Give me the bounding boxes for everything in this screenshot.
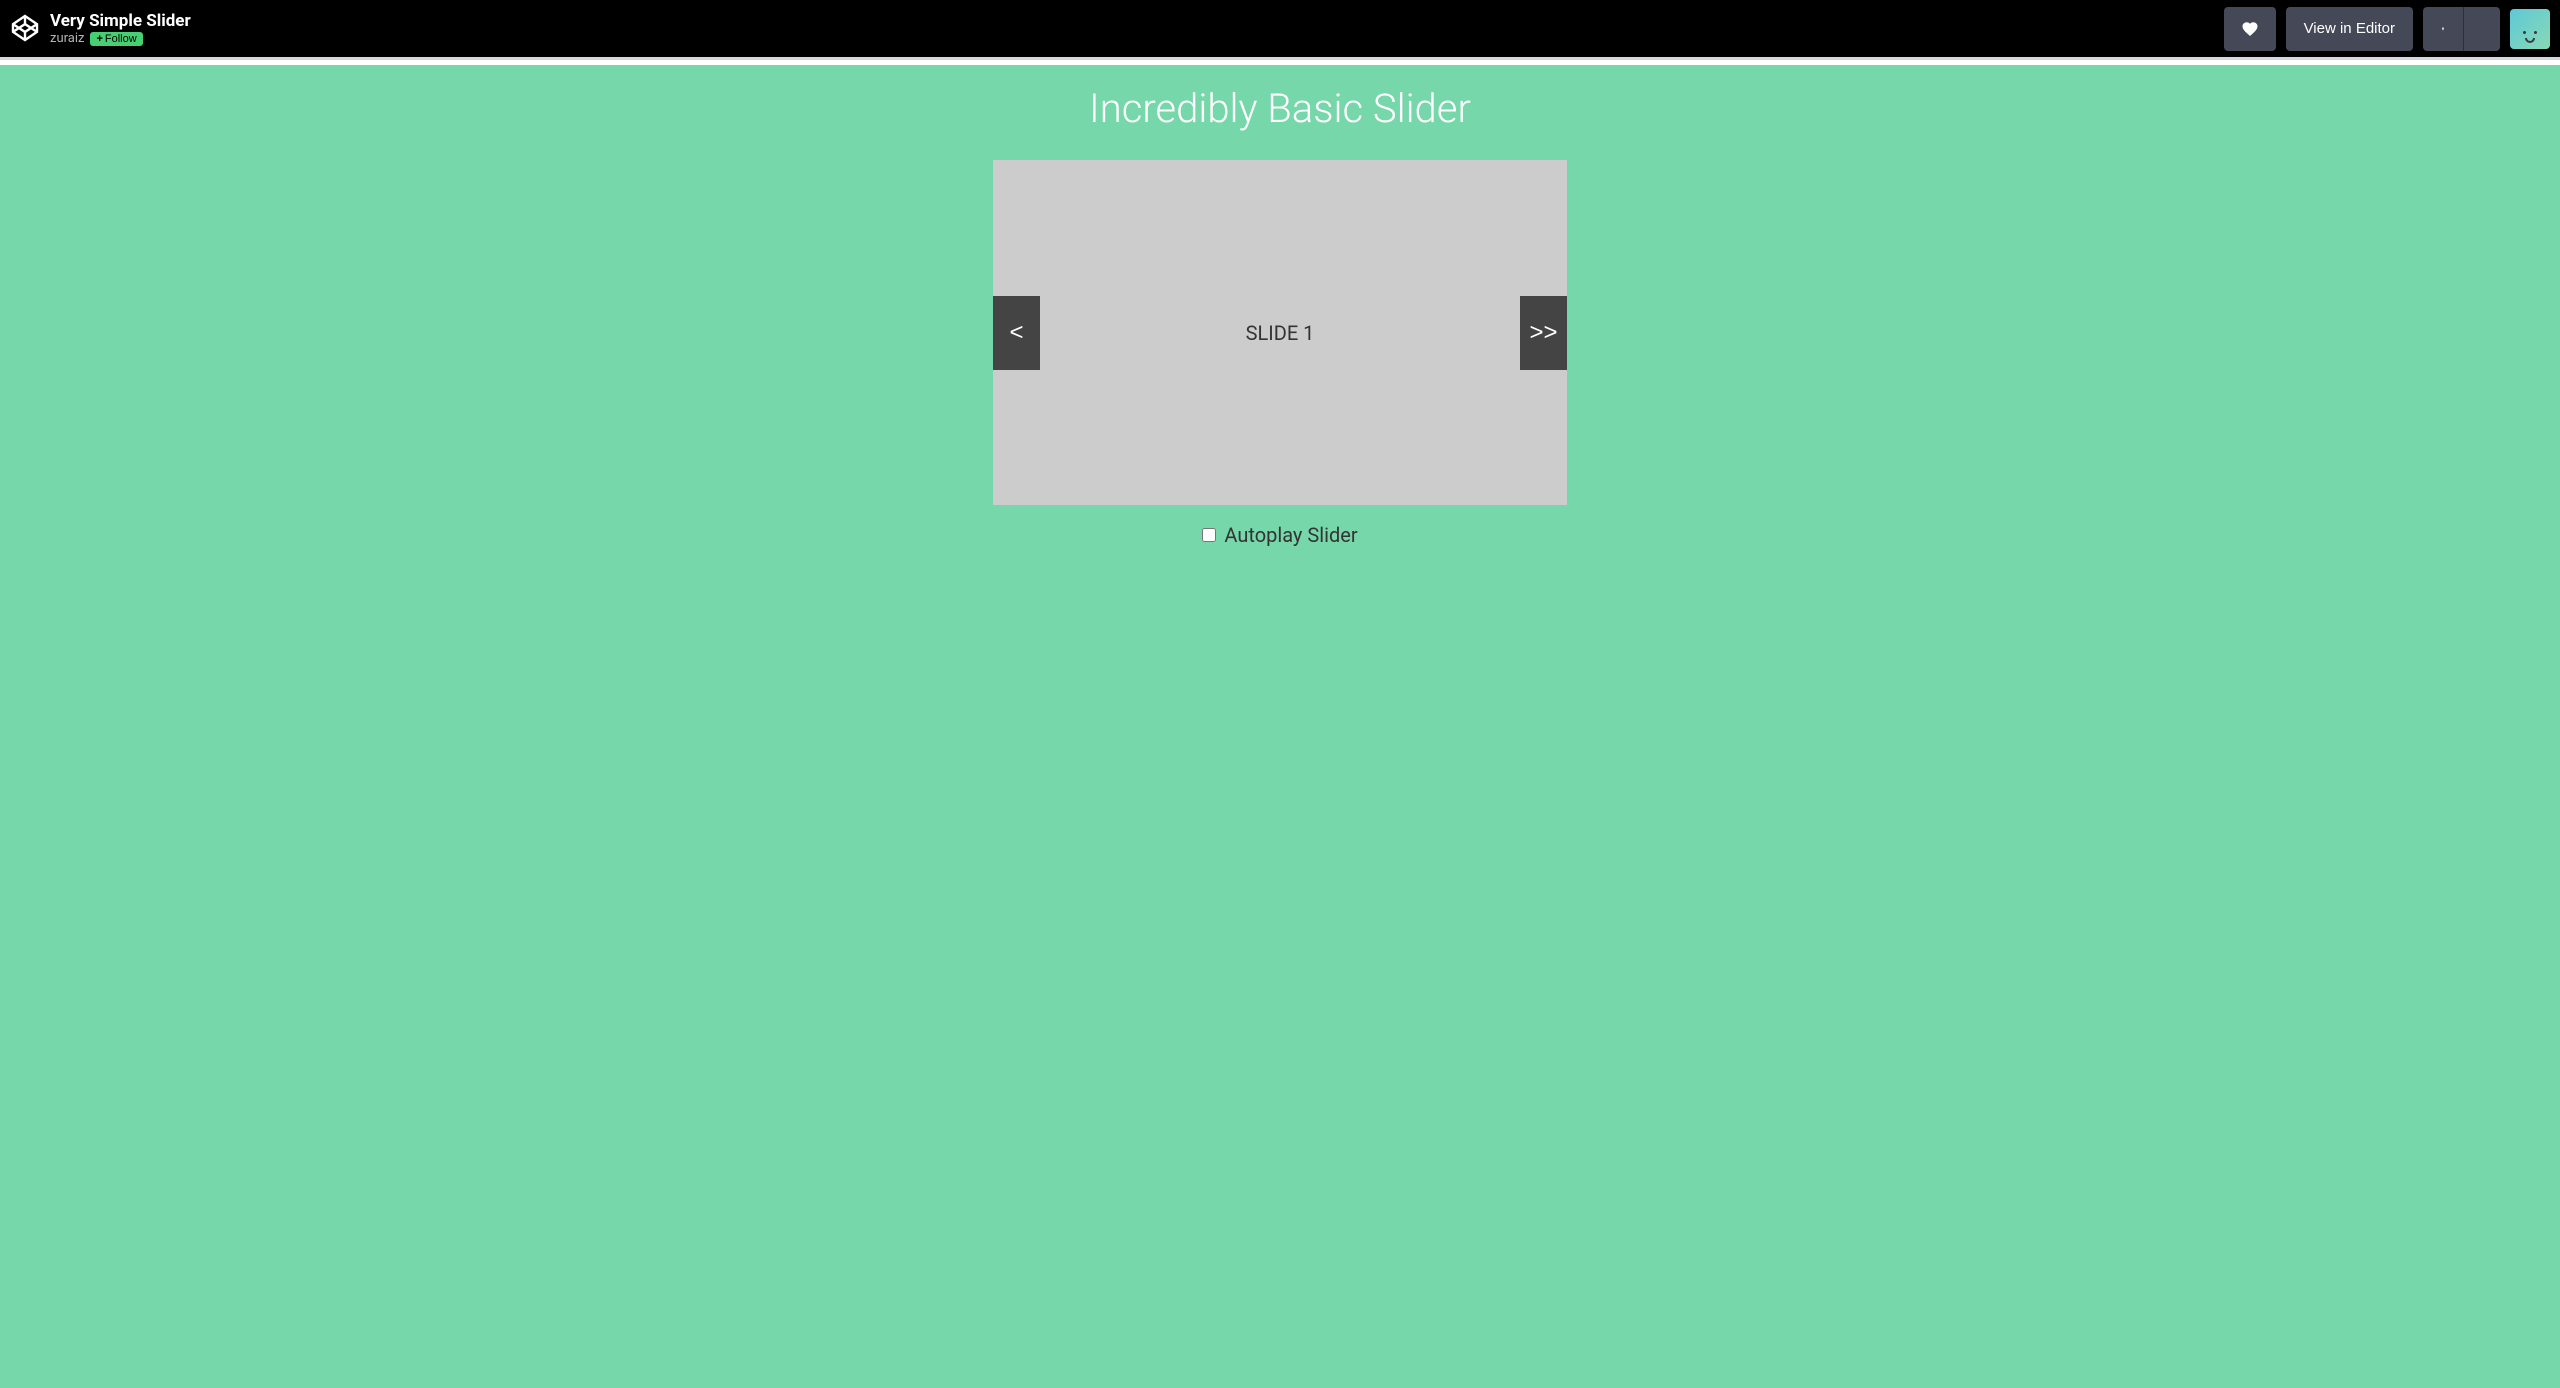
love-button[interactable]	[2224, 7, 2276, 51]
autoplay-label: Autoplay Slider	[1224, 523, 1357, 547]
pen-author[interactable]: zuraiz	[50, 31, 84, 46]
autoplay-row: Autoplay Slider	[0, 523, 2560, 547]
pin-button-group	[2423, 7, 2500, 51]
slider-prev-button[interactable]: <	[993, 296, 1040, 370]
pen-info: Very Simple Slider zuraiz Follow	[50, 11, 191, 46]
codepen-logo-icon[interactable]	[10, 13, 40, 43]
heart-icon	[2241, 20, 2259, 38]
header-left: Very Simple Slider zuraiz Follow	[10, 11, 191, 46]
follow-button[interactable]: Follow	[90, 32, 142, 46]
pin-button[interactable]	[2423, 7, 2463, 51]
content-area: Incredibly Basic Slider < SLIDE 1 >> Aut…	[0, 65, 2560, 1388]
slider-container: < SLIDE 1 >>	[993, 160, 1567, 505]
view-in-editor-button[interactable]: View in Editor	[2286, 7, 2413, 51]
slider-next-button[interactable]: >>	[1520, 296, 1567, 370]
avatar-face	[2520, 31, 2540, 45]
pen-title[interactable]: Very Simple Slider	[50, 11, 191, 31]
pin-dropdown-button[interactable]	[2463, 7, 2500, 51]
avatar[interactable]	[2510, 9, 2550, 49]
pin-icon	[2441, 22, 2445, 36]
header-right: View in Editor	[2224, 7, 2550, 51]
header: Very Simple Slider zuraiz Follow View in…	[0, 0, 2560, 57]
autoplay-checkbox[interactable]	[1202, 528, 1216, 542]
pen-meta: zuraiz Follow	[50, 31, 191, 46]
content-title: Incredibly Basic Slider	[0, 85, 2560, 132]
slide-label: SLIDE 1	[1246, 321, 1315, 345]
